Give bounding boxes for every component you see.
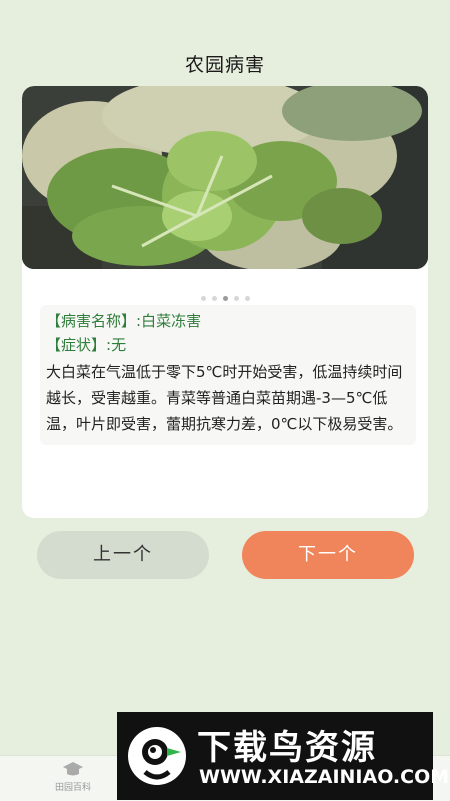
symptom-label: 【症状】: <box>46 336 112 354</box>
disease-name-row: 【病害名称】:白菜冻害 <box>46 309 412 333</box>
carousel-dot[interactable] <box>244 296 250 301</box>
disease-name-value: 白菜冻害 <box>141 312 202 330</box>
previous-button[interactable]: 上一个 <box>37 531 209 579</box>
cabbage-image <box>22 86 428 269</box>
watermark-url: WWW.XIAZAINIAO.COM <box>199 766 450 788</box>
watermark-banner: 下载鸟资源 WWW.XIAZAINIAO.COM <box>117 712 449 800</box>
symptom-value: 无 <box>111 336 127 354</box>
symptom-row: 【症状】:无 <box>46 333 412 357</box>
watermark-title: 下载鸟资源 <box>197 728 377 768</box>
disease-photo[interactable] <box>22 86 428 269</box>
next-button[interactable]: 下一个 <box>242 531 414 579</box>
disease-description: 大白菜在气温低于零下5℃时开始受害，低温持续时间越长，受害越重。青菜等普通白菜苗… <box>46 363 403 433</box>
carousel-dot[interactable] <box>200 296 206 301</box>
carousel-dot[interactable] <box>233 296 239 301</box>
carousel-indicator <box>0 286 450 305</box>
tab-encyclopedia[interactable]: 田园百科 <box>38 760 108 793</box>
carousel-dot[interactable] <box>211 296 217 301</box>
carousel-dot-active[interactable] <box>222 296 228 301</box>
disease-info: 【病害名称】:白菜冻害 【症状】:无 大白菜在气温低于零下5℃时开始受害，低温持… <box>40 305 416 445</box>
tab-encyclopedia-label: 田园百科 <box>54 783 91 793</box>
page-title: 农园病害 <box>184 54 265 76</box>
bird-logo-icon <box>127 722 187 790</box>
graduation-cap-icon <box>38 760 108 780</box>
disease-name-label: 【病害名称】: <box>46 312 142 330</box>
